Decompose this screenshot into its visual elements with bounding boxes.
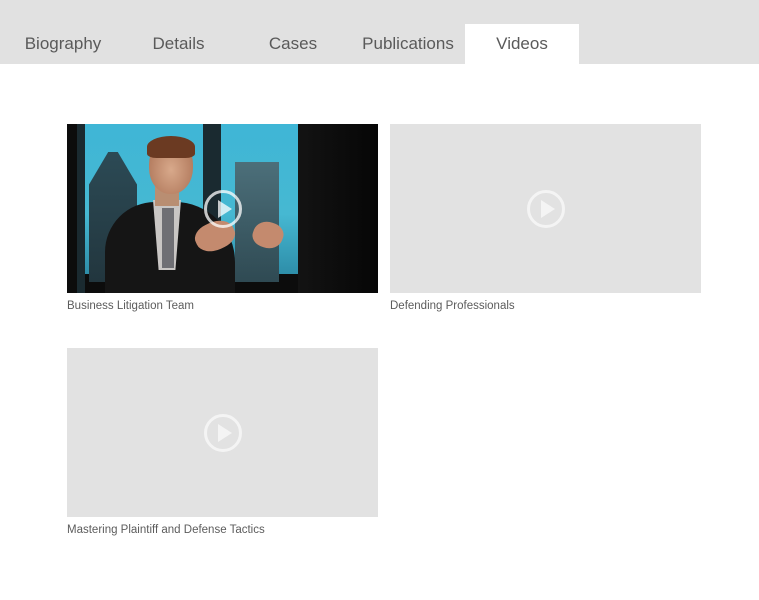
profile-tab-bar: Biography Details Cases Publications Vid… [0, 0, 759, 64]
video-thumbnail[interactable] [67, 124, 378, 293]
video-title[interactable]: Business Litigation Team [67, 300, 378, 312]
video-title[interactable]: Mastering Plaintiff and Defense Tactics [67, 524, 378, 536]
tab-publications[interactable]: Publications [352, 24, 464, 64]
video-title[interactable]: Defending Professionals [390, 300, 701, 312]
tab-videos[interactable]: Videos [465, 24, 579, 64]
play-icon[interactable] [526, 189, 566, 229]
play-icon[interactable] [203, 189, 243, 229]
tab-biography[interactable]: Biography [0, 24, 126, 64]
video-thumbnail[interactable] [67, 348, 378, 517]
tab-cases[interactable]: Cases [238, 24, 348, 64]
tab-details[interactable]: Details [126, 24, 231, 64]
video-card: Defending Professionals [390, 124, 701, 312]
video-thumbnail[interactable] [390, 124, 701, 293]
play-icon[interactable] [203, 413, 243, 453]
video-card: Business Litigation Team [67, 124, 378, 312]
video-card: Mastering Plaintiff and Defense Tactics [67, 348, 378, 536]
